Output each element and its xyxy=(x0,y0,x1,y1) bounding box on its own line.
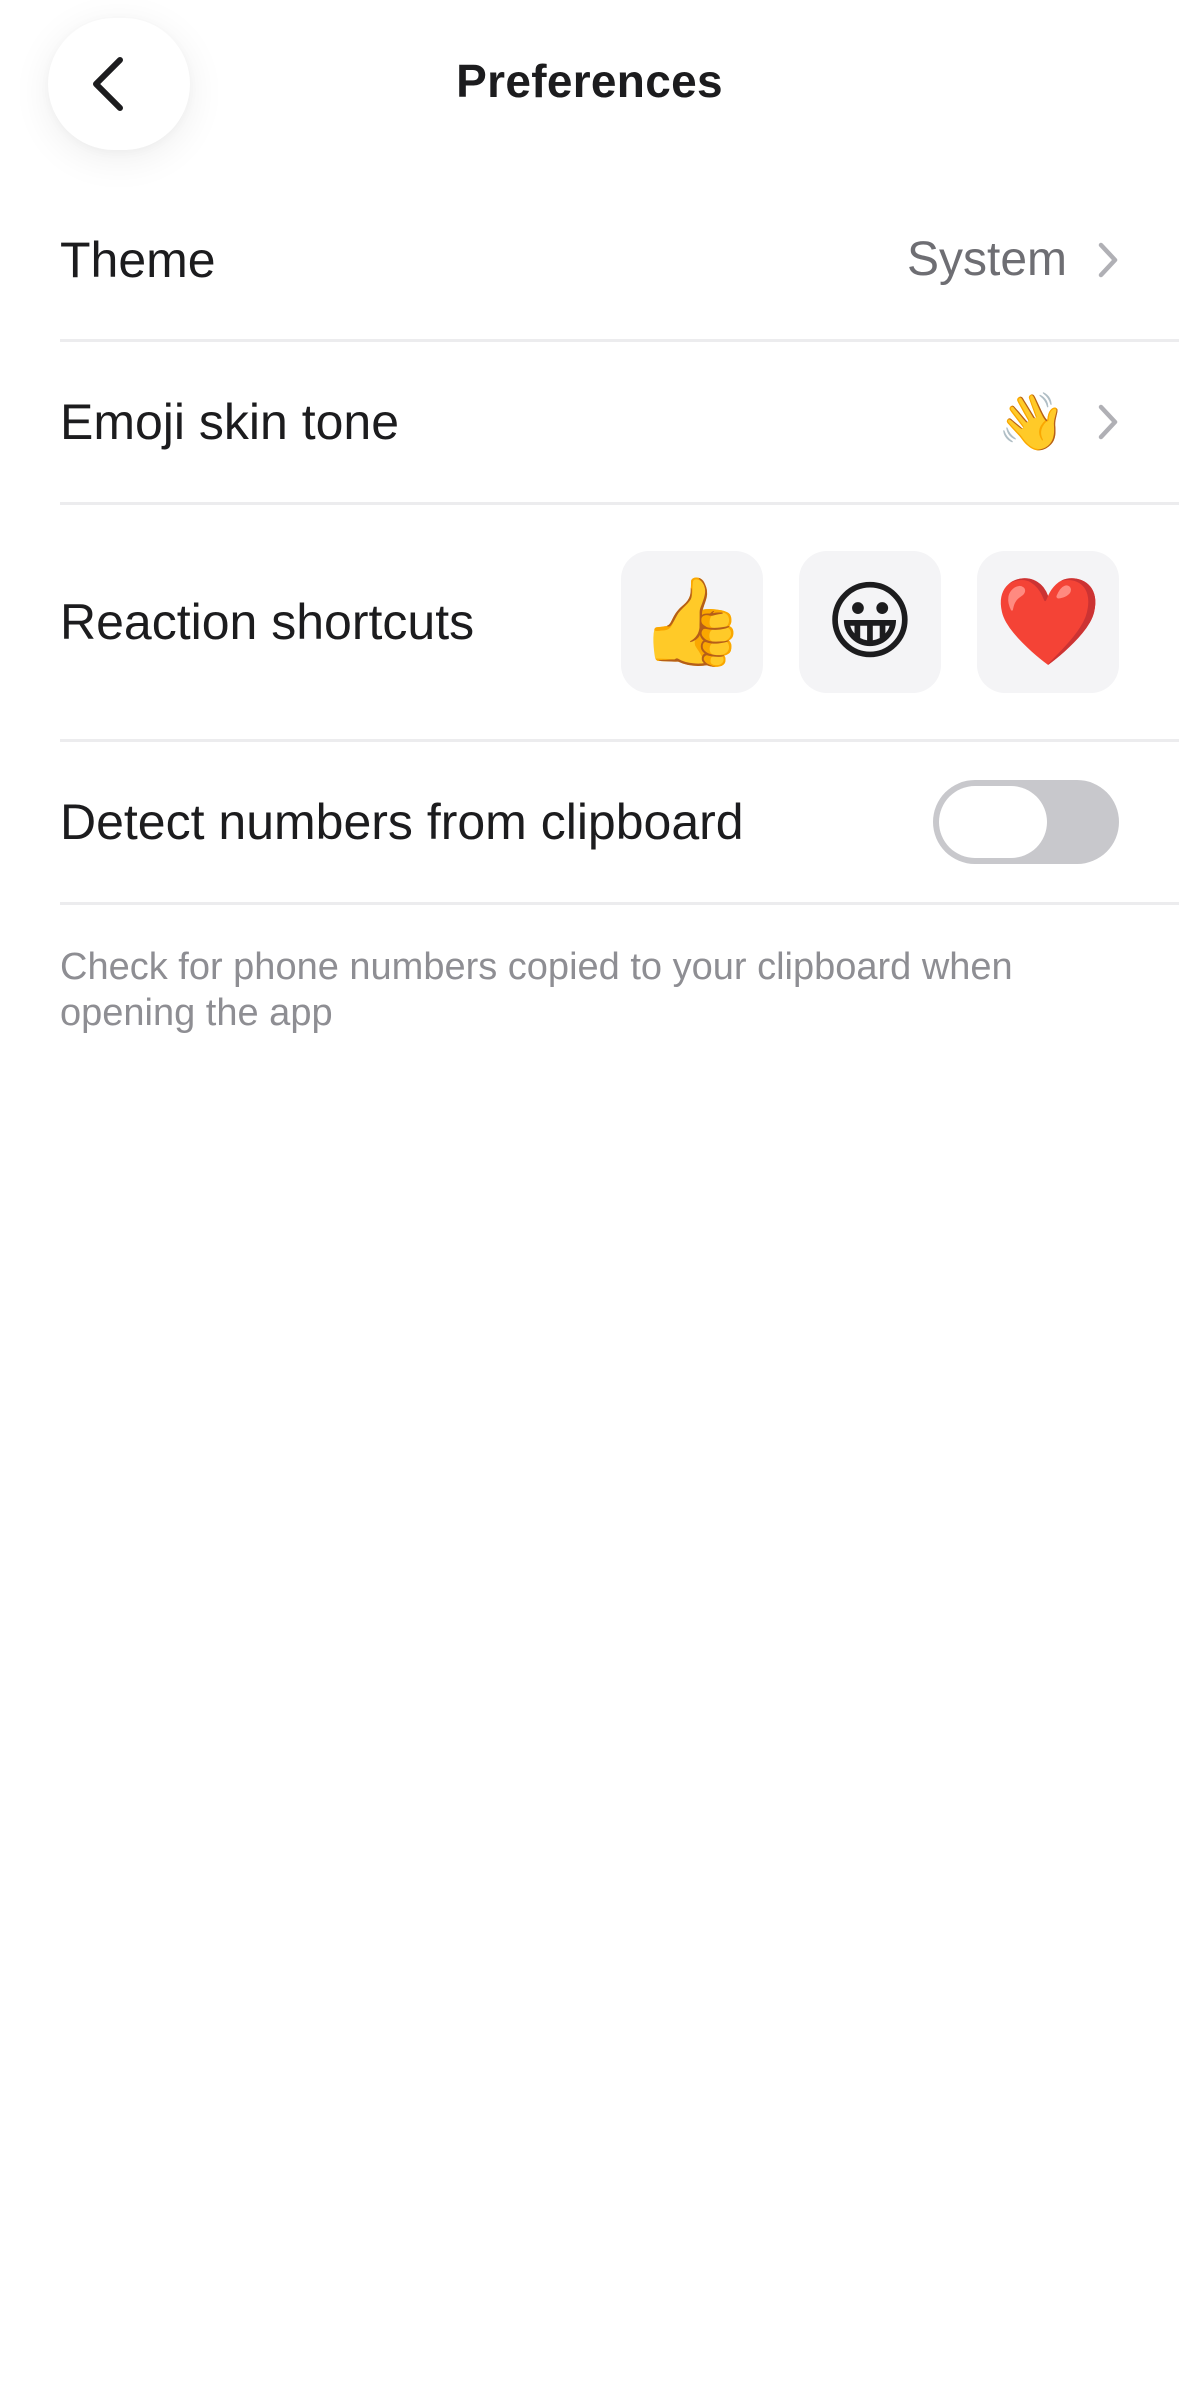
emoji-skin-tone-row[interactable]: Emoji skin tone 👋 xyxy=(60,342,1179,505)
page-title: Preferences xyxy=(456,55,723,107)
theme-value-group: System xyxy=(907,232,1119,287)
reaction-shortcut-tiles: 👍 😀 ❤️ xyxy=(621,551,1119,693)
toggle-knob xyxy=(939,786,1047,858)
chevron-right-icon xyxy=(1097,403,1119,441)
chevron-right-icon xyxy=(1097,241,1119,279)
reaction-shortcuts-row: Reaction shortcuts 👍 😀 ❤️ xyxy=(60,505,1179,742)
theme-value: System xyxy=(906,233,1067,286)
reaction-shortcuts-label: Reaction shortcuts xyxy=(60,594,475,650)
reaction-shortcut-heart[interactable]: ❤️ xyxy=(977,551,1119,693)
waving-hand-emoji: 👋 xyxy=(997,390,1067,453)
reaction-shortcut-thumbs-up[interactable]: 👍 xyxy=(621,551,763,693)
settings-list: Theme System Emoji skin tone 👋 Reaction … xyxy=(60,180,1179,905)
detect-clipboard-toggle[interactable] xyxy=(933,780,1119,864)
detect-clipboard-label: Detect numbers from clipboard xyxy=(60,794,744,850)
header: Preferences xyxy=(0,0,1179,170)
theme-label: Theme xyxy=(60,231,216,288)
emoji-skin-tone-label: Emoji skin tone xyxy=(60,394,400,450)
detect-clipboard-row: Detect numbers from clipboard xyxy=(60,742,1179,905)
emoji-skin-tone-value-group: 👋 xyxy=(997,394,1119,450)
reaction-shortcut-grinning-face[interactable]: 😀 xyxy=(799,551,941,693)
theme-row[interactable]: Theme System xyxy=(60,180,1179,342)
detect-clipboard-description: Check for phone numbers copied to your c… xyxy=(60,946,1013,1034)
